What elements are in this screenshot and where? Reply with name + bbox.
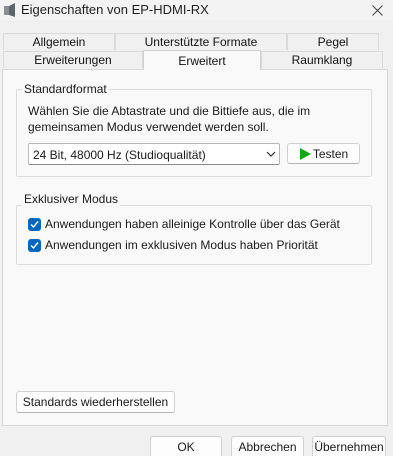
standard-format-description-line1: Wählen Sie die Abtastrate und die Bittie… — [28, 104, 311, 118]
window-title: Eigenschaften von EP-HDMI-RX — [21, 2, 209, 17]
apply-button[interactable]: Übernehmen — [312, 436, 386, 456]
restore-defaults-button[interactable]: Standards wiederherstellen — [16, 391, 175, 413]
exclusive-priority-checkbox[interactable] — [28, 238, 41, 252]
test-button-label: Testen — [312, 146, 349, 161]
ok-button[interactable]: OK — [150, 436, 222, 456]
exclusive-priority-label: Anwendungen im exklusiven Modus haben Pr… — [45, 238, 318, 252]
tab-erweitert[interactable]: Erweitert — [143, 50, 261, 70]
exclusive-priority-option[interactable]: Anwendungen im exklusiven Modus haben Pr… — [28, 237, 318, 253]
title-bar: Eigenschaften von EP-HDMI-RX — [0, 0, 393, 20]
chevron-down-icon — [266, 151, 276, 157]
test-button[interactable]: Testen — [287, 143, 360, 164]
tab-pegel[interactable]: Pegel — [287, 33, 379, 50]
checkmark-icon — [30, 241, 39, 249]
checkmark-icon — [30, 220, 39, 228]
format-dropdown[interactable]: 24 Bit, 48000 Hz (Studioqualität) — [28, 143, 280, 165]
tab-unterstuetzte-formate[interactable]: Unterstützte Formate — [115, 33, 287, 50]
exclusive-control-label: Anwendungen haben alleinige Kontrolle üb… — [45, 217, 340, 231]
close-icon — [372, 4, 383, 16]
exclusive-mode-title: Exklusiver Modus — [22, 192, 121, 206]
standard-format-description-line2: gemeinsamen Modus verwendet werden soll. — [28, 120, 269, 134]
exclusive-control-checkbox[interactable] — [28, 217, 41, 231]
format-dropdown-value: 24 Bit, 48000 Hz (Studioqualität) — [33, 148, 206, 162]
play-icon — [299, 147, 311, 160]
tab-raumklang[interactable]: Raumklang — [261, 51, 383, 68]
tab-allgemein[interactable]: Allgemein — [3, 33, 115, 50]
standard-format-title: Standardformat — [22, 82, 109, 96]
exclusive-control-option[interactable]: Anwendungen haben alleinige Kontrolle üb… — [28, 216, 340, 232]
exclusive-mode-group — [16, 205, 372, 265]
close-button[interactable] — [362, 0, 393, 20]
tab-erweiterungen[interactable]: Erweiterungen — [3, 51, 143, 68]
speaker-icon — [4, 3, 15, 17]
cancel-button[interactable]: Abbrechen — [231, 436, 304, 456]
